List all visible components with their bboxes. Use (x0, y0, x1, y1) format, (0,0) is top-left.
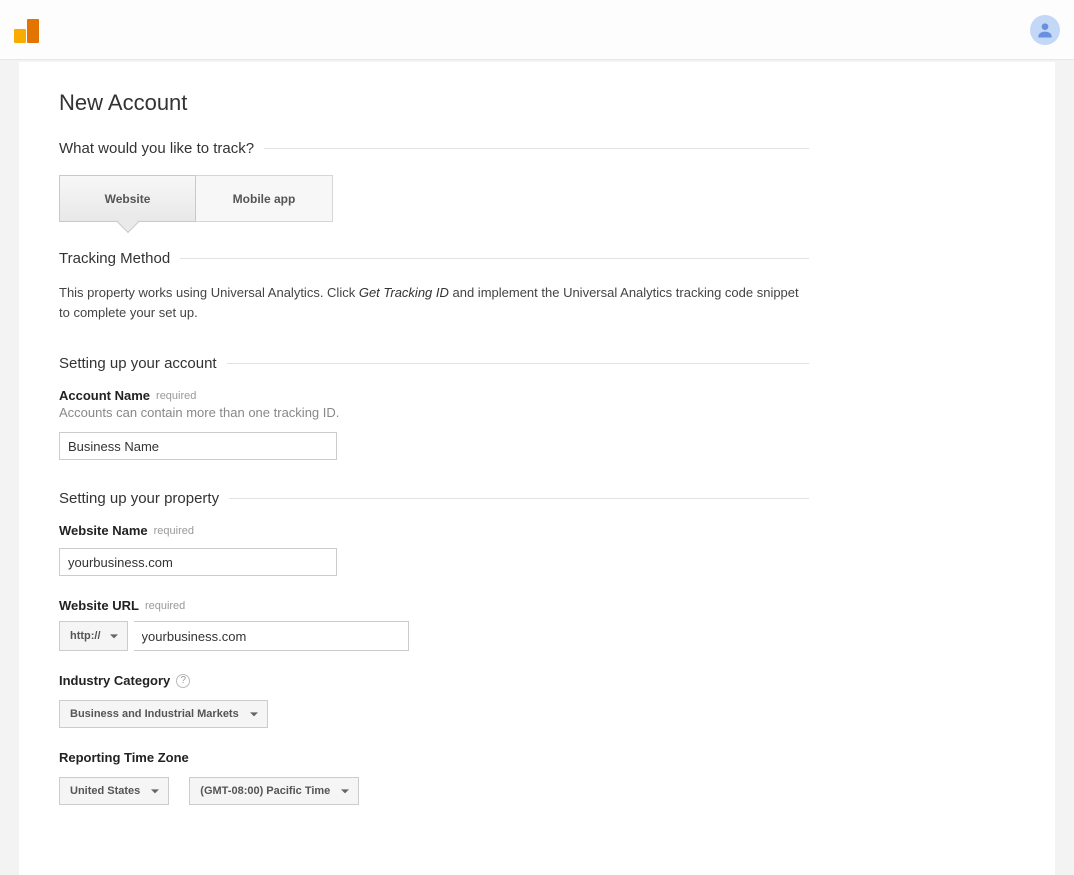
chevron-down-icon (151, 790, 159, 794)
tracking-desc-em: Get Tracking ID (359, 285, 449, 300)
account-setup-label: Setting up your account (59, 355, 217, 372)
page-title: New Account (59, 90, 809, 116)
website-name-field: Website Name required (59, 523, 809, 576)
chevron-down-icon (250, 713, 258, 717)
help-icon[interactable]: ? (176, 674, 190, 688)
account-name-input[interactable] (59, 432, 337, 460)
industry-category-label: Industry Category (59, 673, 170, 688)
protocol-value: http:// (70, 630, 101, 642)
industry-category-field: Industry Category ? Business and Industr… (59, 673, 809, 728)
protocol-select[interactable]: http:// (59, 621, 128, 651)
industry-category-select[interactable]: Business and Industrial Markets (59, 700, 268, 728)
section-tracking-method-heading: Tracking Method (59, 250, 809, 267)
tab-website-label: Website (105, 192, 151, 206)
account-name-field: Account Name required Accounts can conta… (59, 388, 809, 460)
chevron-down-icon (341, 790, 349, 794)
tab-website[interactable]: Website (59, 175, 196, 222)
tab-mobile-label: Mobile app (233, 192, 296, 206)
website-name-label: Website Name (59, 523, 148, 538)
timezone-value: (GMT-08:00) Pacific Time (200, 785, 330, 797)
reporting-timezone-field: Reporting Time Zone United States (GMT-0… (59, 750, 809, 805)
reporting-timezone-label: Reporting Time Zone (59, 750, 189, 765)
website-url-label: Website URL (59, 598, 139, 613)
analytics-logo-icon (14, 17, 40, 43)
timezone-select[interactable]: (GMT-08:00) Pacific Time (189, 777, 359, 805)
account-name-label: Account Name (59, 388, 150, 403)
tab-mobile-app[interactable]: Mobile app (196, 175, 333, 222)
tracking-method-description: This property works using Universal Anal… (59, 283, 809, 323)
website-url-field: Website URL required http:// (59, 598, 809, 651)
user-avatar[interactable] (1030, 15, 1060, 45)
section-account-heading: Setting up your account (59, 355, 809, 372)
main-card: New Account What would you like to track… (19, 62, 1055, 875)
website-name-required: required (154, 525, 194, 537)
section-track-heading: What would you like to track? (59, 140, 809, 157)
website-url-required: required (145, 600, 185, 612)
property-setup-label: Setting up your property (59, 490, 219, 507)
page-body: New Account What would you like to track… (0, 60, 1074, 875)
tracking-method-label: Tracking Method (59, 250, 170, 267)
chevron-down-icon (110, 635, 118, 639)
website-name-input[interactable] (59, 548, 337, 576)
timezone-country-select[interactable]: United States (59, 777, 169, 805)
section-property-heading: Setting up your property (59, 490, 809, 507)
account-name-hint: Accounts can contain more than one track… (59, 405, 809, 420)
website-url-input[interactable] (134, 621, 409, 651)
person-icon (1035, 20, 1055, 40)
tracking-desc-part1: This property works using Universal Anal… (59, 285, 359, 300)
timezone-country-value: United States (70, 785, 140, 797)
top-bar (0, 0, 1074, 60)
account-name-required: required (156, 390, 196, 402)
industry-category-value: Business and Industrial Markets (70, 708, 239, 720)
track-type-tabs: Website Mobile app (59, 175, 809, 222)
section-track-label: What would you like to track? (59, 140, 254, 157)
